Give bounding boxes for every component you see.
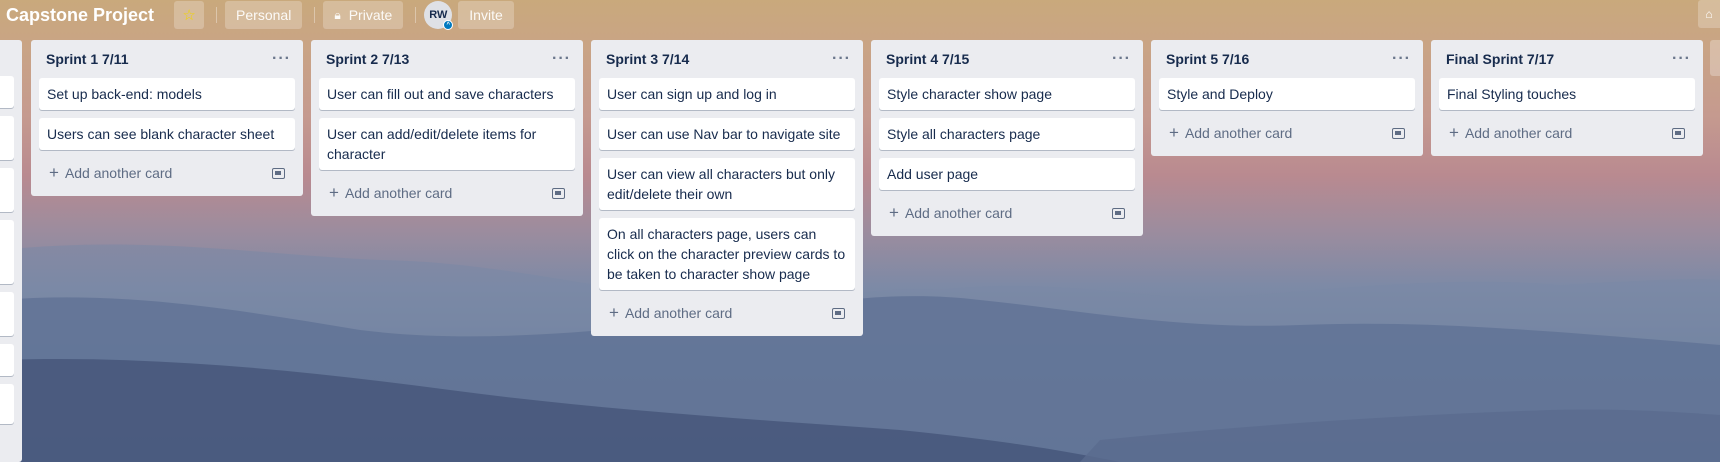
card-template-icon[interactable]	[272, 167, 285, 179]
plus-icon: +	[889, 203, 899, 222]
invite-button[interactable]: Invite	[458, 1, 514, 29]
more-icon[interactable]: ···	[1672, 51, 1691, 67]
list-final-sprint: Final Sprint 7/17 ··· Final Styling touc…	[1431, 40, 1703, 156]
plus-icon: +	[49, 163, 59, 182]
list-sprint-5: Sprint 5 7/16 ··· Style and Deploy + Add…	[1151, 40, 1423, 156]
list-header[interactable]: Sprint 3 7/14 ···	[591, 40, 863, 78]
list-title[interactable]: Sprint 3 7/14	[606, 51, 689, 67]
stub-card[interactable]	[0, 384, 14, 424]
workspace-button[interactable]: Personal	[225, 1, 303, 29]
visibility-label: Private	[348, 7, 393, 23]
list-header[interactable]: Sprint 2 7/13 ···	[311, 40, 583, 78]
plus-icon: +	[1449, 123, 1459, 142]
add-card-button[interactable]: + Add another card	[1159, 118, 1415, 148]
card-template-icon[interactable]	[1112, 207, 1125, 219]
more-icon[interactable]: ···	[832, 51, 851, 67]
list-title[interactable]: Final Sprint 7/17	[1446, 51, 1554, 67]
card-template-icon[interactable]	[832, 307, 845, 319]
add-card-button[interactable]: + Add another card	[319, 178, 575, 208]
list-sprint-2: Sprint 2 7/13 ··· User can fill out and …	[311, 40, 583, 216]
plus-icon: +	[1169, 123, 1179, 142]
add-card-label: + Add another card	[329, 183, 453, 202]
list-sprint-4: Sprint 4 7/15 ··· Style character show p…	[871, 40, 1143, 236]
header-divider	[415, 7, 417, 23]
list-title[interactable]: Sprint 1 7/11	[46, 51, 128, 67]
card[interactable]: User can fill out and save characters	[319, 78, 575, 110]
card[interactable]: User can use Nav bar to navigate site	[599, 118, 855, 150]
card[interactable]: Final Styling touches	[1439, 78, 1695, 110]
list-sprint-1: Sprint 1 7/11 ··· Set up back-end: model…	[31, 40, 303, 196]
list-title[interactable]: Sprint 2 7/13	[326, 51, 409, 67]
card[interactable]: Style and Deploy	[1159, 78, 1415, 110]
add-card-label: + Add another card	[889, 203, 1013, 222]
add-card-button[interactable]: + Add another card	[879, 198, 1135, 228]
partial-list-left	[0, 40, 22, 462]
add-card-label: + Add another card	[49, 163, 173, 182]
card[interactable]: User can sign up and log in	[599, 78, 855, 110]
list-header[interactable]: Final Sprint 7/17 ···	[1431, 40, 1703, 78]
card-list: Style and Deploy	[1151, 78, 1423, 110]
list-sprint-3: Sprint 3 7/14 ··· User can sign up and l…	[591, 40, 863, 336]
card[interactable]: User can view all characters but only ed…	[599, 158, 855, 210]
card-list: Final Styling touches	[1431, 78, 1703, 110]
list-header[interactable]: Sprint 4 7/15 ···	[871, 40, 1143, 78]
card-list: User can sign up and log in User can use…	[591, 78, 863, 290]
partial-list-right	[1710, 40, 1720, 76]
list-title[interactable]: Sprint 5 7/16	[1166, 51, 1249, 67]
card-template-icon[interactable]	[552, 187, 565, 199]
header-divider	[216, 7, 218, 23]
card-template-icon[interactable]	[1672, 127, 1685, 139]
card[interactable]: Set up back-end: models	[39, 78, 295, 110]
list-header[interactable]: Sprint 5 7/16 ···	[1151, 40, 1423, 78]
card[interactable]: Users can see blank character sheet	[39, 118, 295, 150]
plus-icon: +	[329, 183, 339, 202]
avatar-initials: RW	[429, 9, 448, 21]
more-icon[interactable]: ···	[552, 51, 571, 67]
stub-card[interactable]	[0, 116, 14, 160]
list-title[interactable]: Sprint 4 7/15	[886, 51, 969, 67]
list-header[interactable]: Sprint 1 7/11 ···	[31, 40, 303, 78]
avatar[interactable]: RW ^	[424, 1, 454, 30]
add-card-text: Add another card	[1464, 125, 1573, 141]
lock-icon: 🔒︎	[334, 7, 341, 22]
plus-icon: +	[609, 303, 619, 322]
add-card-text: Add another card	[64, 165, 173, 181]
star-button[interactable]: ☆	[174, 1, 205, 29]
add-card-button[interactable]: + Add another card	[39, 158, 295, 188]
add-card-text: Add another card	[1184, 125, 1293, 141]
add-card-text: Add another card	[624, 305, 733, 321]
card-list: Style character show page Style all char…	[871, 78, 1143, 190]
board-header: Capstone Project ☆ Personal 🔒︎ Private R…	[0, 0, 1720, 30]
add-card-button[interactable]: + Add another card	[599, 298, 855, 328]
star-icon: ☆	[182, 7, 196, 24]
add-card-text: Add another card	[904, 205, 1013, 221]
add-card-label: + Add another card	[609, 303, 733, 322]
card[interactable]: Style all characters page	[879, 118, 1135, 150]
stub-card[interactable]	[0, 344, 14, 376]
card-list: User can fill out and save characters Us…	[311, 78, 583, 170]
add-card-label: + Add another card	[1169, 123, 1293, 142]
add-card-text: Add another card	[344, 185, 453, 201]
add-card-button[interactable]: + Add another card	[1439, 118, 1695, 148]
admin-badge-icon: ^	[443, 20, 454, 30]
more-icon[interactable]: ···	[1112, 51, 1131, 67]
header-divider	[314, 7, 316, 23]
board-title[interactable]: Capstone Project	[0, 0, 160, 30]
more-icon[interactable]: ···	[1392, 51, 1411, 67]
stub-card[interactable]	[0, 292, 14, 336]
card-template-icon[interactable]	[1392, 127, 1405, 139]
card[interactable]: Add user page	[879, 158, 1135, 190]
visibility-button[interactable]: 🔒︎ Private	[323, 1, 404, 29]
more-icon[interactable]: ···	[272, 51, 291, 67]
add-card-label: + Add another card	[1449, 123, 1573, 142]
stub-card[interactable]	[0, 168, 14, 212]
card-list: Set up back-end: models Users can see bl…	[31, 78, 303, 150]
card[interactable]: User can add/edit/delete items for chara…	[319, 118, 575, 170]
card[interactable]: Style character show page	[879, 78, 1135, 110]
stub-card[interactable]	[0, 220, 14, 284]
card[interactable]: On all characters page, users can click …	[599, 218, 855, 290]
stub-card[interactable]	[0, 76, 14, 108]
